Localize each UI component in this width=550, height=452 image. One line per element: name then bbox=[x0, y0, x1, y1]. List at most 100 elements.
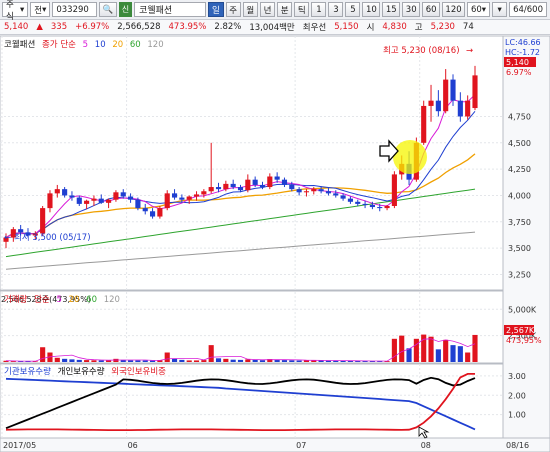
candle-body bbox=[443, 79, 449, 112]
candle-body bbox=[135, 199, 141, 209]
volume-bar bbox=[413, 338, 419, 362]
lc-label: LC:46.66 bbox=[505, 38, 541, 47]
volume-legend-sub: 단순 bbox=[34, 295, 50, 305]
volume-bar bbox=[259, 360, 266, 362]
candle-body bbox=[164, 193, 170, 209]
candle-body bbox=[106, 199, 112, 203]
stock-chart[interactable]: 4,750 4,500 4,250 4,000 3,750 3,500 3,250 2017/… bbox=[0, 0, 550, 452]
arrow-right-small-icon: → bbox=[466, 46, 473, 56]
volume-bar bbox=[399, 335, 405, 362]
volume-bar bbox=[149, 360, 156, 362]
price-tick-label: 4,000 bbox=[508, 191, 531, 200]
price-tick-label: 3,250 bbox=[508, 270, 531, 279]
candle-body bbox=[303, 191, 310, 193]
candle-body bbox=[91, 198, 97, 201]
volume-bar bbox=[457, 346, 463, 362]
volume-bar bbox=[472, 334, 478, 362]
volume-bar bbox=[40, 347, 46, 362]
max-price-label: 최고 5,230 (08/16) bbox=[383, 45, 460, 56]
vol-ma60-label: 60 bbox=[86, 295, 97, 305]
vol-ma120-label: 120 bbox=[103, 295, 120, 305]
candle-body bbox=[296, 189, 302, 193]
candle-body bbox=[428, 100, 434, 106]
ma60-label: 60 bbox=[129, 40, 141, 50]
volume-bar bbox=[91, 360, 97, 362]
candle-body bbox=[311, 189, 317, 192]
candle-body bbox=[457, 100, 463, 117]
candle-body bbox=[98, 198, 104, 203]
date-tick-label: 2017/05 bbox=[3, 441, 36, 450]
candle-body bbox=[450, 79, 456, 101]
volume-bar bbox=[69, 359, 75, 362]
candle-body bbox=[289, 184, 295, 190]
candle-body bbox=[281, 179, 288, 185]
candle-body bbox=[340, 195, 346, 199]
price-legend-sub: 종가 단순 bbox=[41, 40, 76, 50]
volume-bar bbox=[62, 358, 68, 362]
volume-legend-title: 거래량 bbox=[4, 295, 28, 305]
volume-bar bbox=[54, 357, 60, 362]
candle-body bbox=[208, 187, 214, 192]
date-tick-label: 08 bbox=[421, 441, 431, 450]
ma120-label: 120 bbox=[147, 40, 164, 50]
candle-body bbox=[384, 206, 390, 209]
candle-body bbox=[223, 183, 229, 190]
candle-body bbox=[201, 191, 207, 195]
institution-holding-label: 기관보유수량 bbox=[4, 367, 51, 377]
candle-body bbox=[142, 208, 148, 212]
current-price-tag-label: 5,140 bbox=[506, 58, 529, 67]
volume-bar bbox=[333, 360, 339, 362]
volume-bar bbox=[76, 359, 82, 362]
candle-body bbox=[333, 193, 339, 196]
foreign-holding-label: 외국인보유비중 bbox=[111, 367, 166, 377]
volume-bar bbox=[237, 359, 244, 362]
ma10-label: 10 bbox=[94, 40, 106, 50]
volume-bar bbox=[179, 359, 185, 362]
volume-bar bbox=[406, 348, 412, 362]
price-tick-label: 4,750 bbox=[508, 112, 531, 121]
candle-body bbox=[318, 189, 324, 192]
vol-ma5-label: 5 bbox=[56, 295, 62, 305]
volume-bar bbox=[303, 360, 310, 362]
candle-body bbox=[252, 179, 258, 185]
volume-bar bbox=[186, 360, 192, 362]
candle-body bbox=[149, 211, 156, 217]
candle-body bbox=[62, 189, 68, 196]
volume-bar bbox=[98, 360, 104, 362]
volume-bar bbox=[193, 360, 200, 362]
price-tick-label: 3,500 bbox=[508, 244, 531, 253]
candle-body bbox=[128, 196, 134, 200]
candle-body bbox=[274, 176, 280, 180]
candle-body bbox=[157, 208, 163, 217]
volume-bar bbox=[208, 345, 214, 362]
candle-body bbox=[325, 191, 332, 194]
volume-bar bbox=[465, 352, 471, 362]
candle-body bbox=[171, 193, 178, 198]
min-price-label: 최저 3,500 (05/17) bbox=[14, 232, 91, 243]
volume-bar bbox=[106, 360, 112, 362]
x-axis-area bbox=[0, 437, 550, 452]
candle-body bbox=[472, 75, 478, 109]
candle-body bbox=[120, 192, 126, 197]
volume-bar bbox=[289, 360, 295, 362]
volume-bar bbox=[215, 358, 222, 362]
candle-body bbox=[40, 208, 46, 234]
vol-ma20-label: 20 bbox=[68, 295, 80, 305]
volume-bar bbox=[443, 339, 449, 362]
highlight-circle bbox=[393, 140, 427, 174]
candle-body bbox=[76, 197, 82, 204]
date-tick-label: 07 bbox=[296, 441, 306, 450]
volume-bar bbox=[128, 360, 134, 362]
volume-bar bbox=[252, 359, 258, 362]
candle-body bbox=[179, 197, 185, 200]
candle-body bbox=[465, 100, 471, 117]
price-panel-frame bbox=[0, 35, 504, 291]
price-legend: 코웰패션 종가 단순 5 10 20 60 120 bbox=[4, 38, 168, 50]
price-tick-label: 3,750 bbox=[508, 218, 531, 227]
candle-body bbox=[54, 189, 60, 194]
candle-body bbox=[186, 196, 192, 200]
candle-body bbox=[362, 203, 368, 205]
hc-label: HC:-1.72 bbox=[505, 48, 540, 57]
ma20-label: 20 bbox=[112, 40, 124, 50]
volume-bar bbox=[421, 334, 427, 362]
